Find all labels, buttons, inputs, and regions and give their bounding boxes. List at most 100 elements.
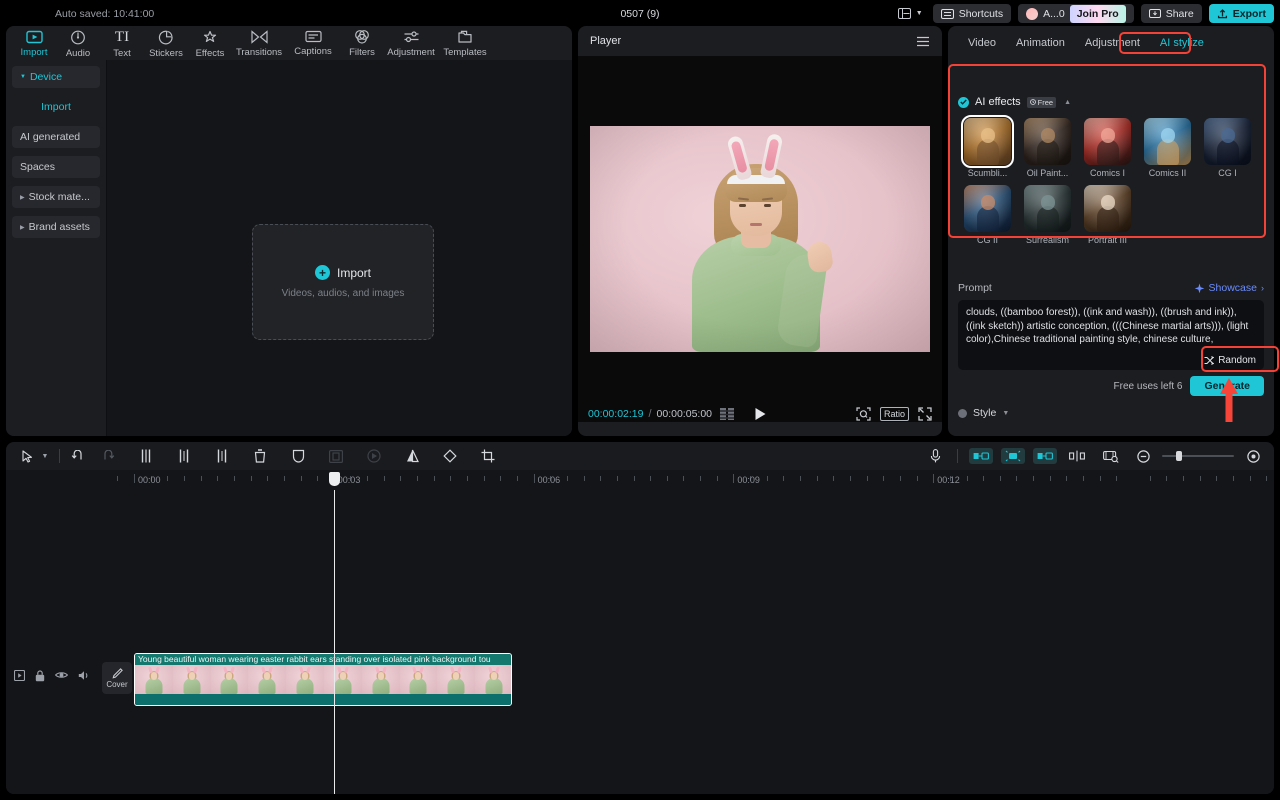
sidebar-item-import[interactable]: Import xyxy=(12,96,100,118)
select-tool-dropdown[interactable]: ▼ xyxy=(38,445,52,467)
style-row[interactable]: Style ▼ xyxy=(958,407,1009,419)
sidebar-item-brand-assets[interactable]: ▶ Brand assets xyxy=(12,216,100,238)
collapse-icon[interactable]: ▲ xyxy=(1064,99,1071,106)
ai-effect-item[interactable]: CG I xyxy=(1198,118,1257,178)
media-tab-filters[interactable]: Filters xyxy=(340,26,384,62)
ruler-tick xyxy=(301,476,302,481)
ai-effect-item[interactable]: CG II xyxy=(958,185,1017,245)
adsorb-button[interactable] xyxy=(1066,445,1088,467)
sidebar-item-stock-materials[interactable]: ▶ Stock mate... xyxy=(12,186,100,208)
sidebar-item-stock-materials-label: Stock mate... xyxy=(29,191,90,203)
text-icon: TI xyxy=(115,30,129,45)
cover-button[interactable]: Cover xyxy=(102,662,132,694)
ruler-label: 00:12 xyxy=(937,475,960,485)
tab-video[interactable]: Video xyxy=(958,32,1006,54)
rotate-button[interactable] xyxy=(439,445,461,467)
timeline-ruler[interactable]: 00:0000:0300:0600:0900:12 xyxy=(6,470,1274,490)
random-prompt-button[interactable]: Random xyxy=(1204,355,1256,366)
media-tab-stickers[interactable]: Stickers xyxy=(144,26,188,62)
magnetic-snap-button[interactable] xyxy=(1001,448,1025,464)
prompt-text: clouds, ((bamboo forest)), ((ink and was… xyxy=(966,306,1256,347)
playhead-handle[interactable] xyxy=(329,472,340,486)
delete-button[interactable] xyxy=(249,445,271,467)
track-video-toggle[interactable] xyxy=(14,670,25,682)
join-pro-button[interactable]: Join Pro xyxy=(1070,5,1126,23)
clip-thumbnail-strip xyxy=(135,665,511,694)
ruler-tick xyxy=(567,476,568,481)
ruler-tick xyxy=(1033,476,1034,481)
clip-thumbnail xyxy=(437,665,475,694)
tab-animation[interactable]: Animation xyxy=(1006,32,1075,54)
timeline-clip[interactable]: Young beautiful woman wearing easter rab… xyxy=(134,653,512,706)
share-button[interactable]: Share xyxy=(1141,4,1202,23)
track-lock-toggle[interactable] xyxy=(35,670,45,682)
sidebar-item-ai-generated[interactable]: AI generated xyxy=(12,126,100,148)
media-tab-templates[interactable]: Templates xyxy=(438,26,492,62)
auto-cut-button[interactable] xyxy=(969,448,993,464)
media-panel: Import Audio TI Text Stickers Effects Tr… xyxy=(6,26,572,436)
crop-button[interactable] xyxy=(477,445,499,467)
zoom-out-button[interactable] xyxy=(1132,445,1154,467)
preview-render-button[interactable] xyxy=(1100,445,1122,467)
tab-ai-stylize[interactable]: AI stylize xyxy=(1150,32,1214,54)
split-button[interactable] xyxy=(135,445,157,467)
ai-effect-item[interactable]: Comics I xyxy=(1078,118,1137,178)
account-button[interactable]: A...0 Join Pro xyxy=(1018,4,1134,23)
zoom-slider[interactable] xyxy=(1162,455,1234,457)
track-mute-toggle[interactable] xyxy=(78,670,90,682)
sidebar-item-spaces[interactable]: Spaces xyxy=(12,156,100,178)
zoom-to-fit-button[interactable] xyxy=(856,407,871,421)
media-tab-text[interactable]: TI Text xyxy=(100,26,144,62)
timeline-panel: ▼ xyxy=(6,442,1274,794)
duplicate-button[interactable] xyxy=(325,445,347,467)
ai-effect-item[interactable]: Portrait III xyxy=(1078,185,1137,245)
ai-effect-item[interactable]: Oil Paint... xyxy=(1018,118,1077,178)
zoom-in-button[interactable] xyxy=(1242,445,1264,467)
fullscreen-button[interactable] xyxy=(918,407,932,421)
keyframe-button[interactable] xyxy=(363,445,385,467)
prompt-label: Prompt xyxy=(958,282,992,294)
trim-right-button[interactable] xyxy=(211,445,233,467)
media-tab-adjustment[interactable]: Adjustment xyxy=(384,26,438,62)
sidebar-item-device[interactable]: ▼ Device xyxy=(12,66,100,88)
media-tab-transitions[interactable]: Transitions xyxy=(232,26,286,62)
redo-button[interactable] xyxy=(97,445,119,467)
showcase-link[interactable]: Showcase › xyxy=(1194,282,1264,294)
media-tab-import[interactable]: Import xyxy=(12,26,56,62)
ai-effect-item[interactable]: Surrealism xyxy=(1018,185,1077,245)
record-voiceover-button[interactable] xyxy=(924,445,946,467)
prompt-input[interactable]: clouds, ((bamboo forest)), ((ink and was… xyxy=(958,300,1264,370)
media-tab-stickers-label: Stickers xyxy=(149,48,183,59)
media-tab-effects[interactable]: Effects xyxy=(188,26,232,62)
trim-left-button[interactable] xyxy=(173,445,195,467)
import-dropzone-action[interactable]: + Import xyxy=(315,265,371,280)
track-visibility-toggle[interactable] xyxy=(55,670,68,682)
ruler-major-tick xyxy=(733,474,734,483)
player-header: Player xyxy=(578,26,942,56)
player-menu-button[interactable] xyxy=(916,36,930,47)
play-button[interactable] xyxy=(754,407,767,421)
frame-list-icon[interactable] xyxy=(720,408,734,420)
ai-effect-item[interactable]: Comics II xyxy=(1138,118,1197,178)
tab-adjustment[interactable]: Adjustment xyxy=(1075,32,1150,54)
mask-button[interactable] xyxy=(287,445,309,467)
shortcuts-button[interactable]: Shortcuts xyxy=(933,4,1011,23)
link-av-button[interactable] xyxy=(1033,448,1057,464)
toolbar-divider xyxy=(59,449,60,463)
media-sidebar: ▼ Device Import AI generated Spaces ▶ St… xyxy=(6,60,106,436)
zoom-slider-handle[interactable] xyxy=(1176,451,1182,461)
media-tab-bar: Import Audio TI Text Stickers Effects Tr… xyxy=(6,26,572,62)
media-tab-audio[interactable]: Audio xyxy=(56,26,100,62)
export-button[interactable]: Export xyxy=(1209,4,1274,23)
ratio-button[interactable]: Ratio xyxy=(880,407,909,421)
style-toggle[interactable] xyxy=(958,409,967,418)
undo-button[interactable] xyxy=(67,445,89,467)
import-dropzone[interactable]: + Import Videos, audios, and images xyxy=(252,224,434,340)
layout-switcher-button[interactable]: ▼ xyxy=(895,4,926,23)
ruler-tick xyxy=(1066,476,1067,481)
media-tab-captions[interactable]: Captions xyxy=(286,26,340,62)
ai-effects-checkbox[interactable] xyxy=(958,97,969,108)
select-tool[interactable] xyxy=(16,445,38,467)
ai-effect-item[interactable]: Scumbli... xyxy=(958,118,1017,178)
mirror-button[interactable] xyxy=(401,445,423,467)
